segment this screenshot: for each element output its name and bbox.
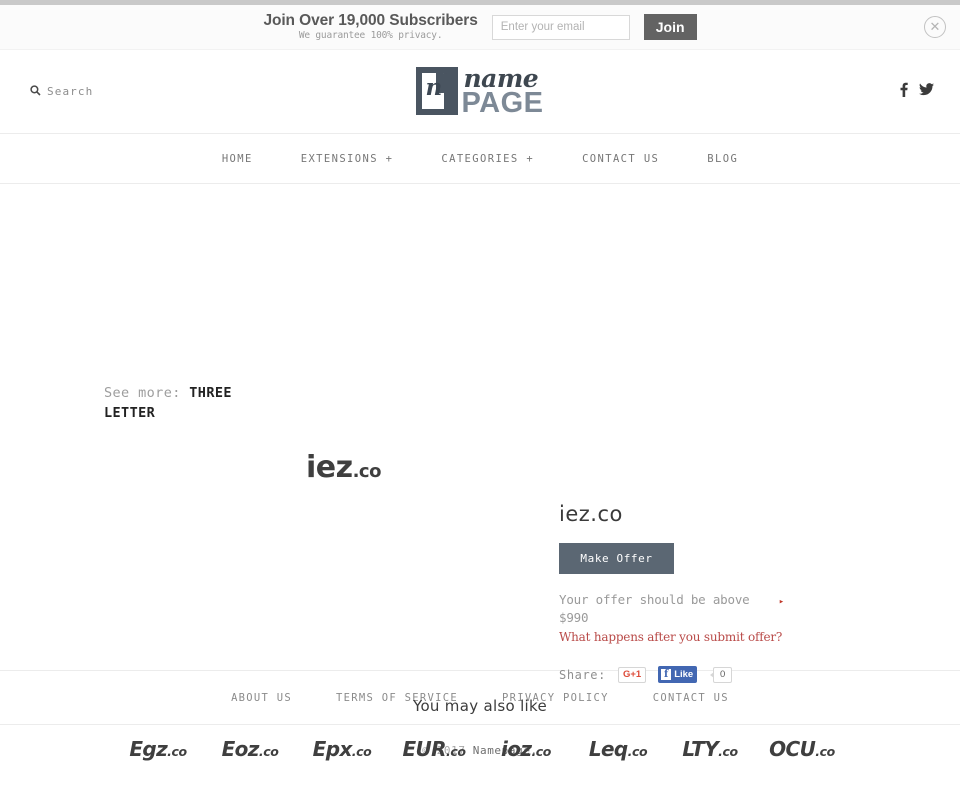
share-row: Share: G+1 f Like 0 xyxy=(559,666,879,683)
facebook-f-icon: f xyxy=(661,669,672,680)
google-plus-one-button[interactable]: G+1 xyxy=(617,666,647,683)
related-domain-tld: .co xyxy=(718,744,738,759)
logo-wordmark: name PAGE xyxy=(461,66,544,119)
related-domain-item[interactable]: Leq.co xyxy=(572,737,664,761)
nav-item-categories[interactable]: CATEGORIES + xyxy=(417,153,558,165)
related-domain-tld: .co xyxy=(815,744,835,759)
twitter-icon[interactable] xyxy=(919,82,934,101)
arrow-right-icon: ▸ xyxy=(778,597,784,607)
related-domain-name: ioz xyxy=(501,737,532,761)
related-domain-item[interactable]: Epx.co xyxy=(296,737,388,761)
related-domain-item[interactable]: ioz.co xyxy=(480,737,572,761)
related-domain-name: EUR xyxy=(402,737,446,761)
related-domain-name: Eoz xyxy=(221,737,260,761)
related-domains-list: Egz.co Eoz.co Epx.co EUR.co ioz.co Leq.c… xyxy=(0,737,960,761)
related-domain-tld: .co xyxy=(627,744,648,759)
related-domain-name: LTY xyxy=(682,737,719,761)
site-logo[interactable]: n name PAGE xyxy=(416,66,544,119)
nav-item-home[interactable]: HOME xyxy=(198,153,277,165)
related-domain-tld: .co xyxy=(258,744,279,759)
related-domain-item[interactable]: EUR.co xyxy=(388,737,480,761)
page-title: iez.co xyxy=(559,502,623,526)
related-domain-name: Epx xyxy=(312,737,353,761)
domain-logo-art: iez.co xyxy=(306,450,381,485)
nav-item-extensions[interactable]: EXTENSIONS + xyxy=(277,153,418,165)
see-more-category: See more: THREE LETTER xyxy=(104,383,254,423)
search-label: Search xyxy=(47,85,94,98)
logo-word-page: PAGE xyxy=(461,86,544,119)
domain-detail-panel: iez.co Make Offer Your offer should be a… xyxy=(559,502,879,683)
banner-text: Join Over 19,000 Subscribers We guarante… xyxy=(263,11,478,42)
close-icon[interactable]: ✕ xyxy=(924,16,946,38)
join-button[interactable]: Join xyxy=(643,14,697,40)
facebook-icon[interactable] xyxy=(900,82,908,102)
related-section-title: You may also like xyxy=(412,697,547,715)
related-domain-item[interactable]: Eoz.co xyxy=(204,737,296,761)
related-domain-item[interactable]: LTY.co xyxy=(664,737,756,761)
search-icon xyxy=(30,84,41,99)
search-button[interactable]: Search xyxy=(30,84,94,99)
logo-mark-letter: n xyxy=(425,74,443,102)
related-domain-name: Egz xyxy=(129,737,168,761)
subscribe-banner: Join Over 19,000 Subscribers We guarante… xyxy=(0,5,960,50)
make-offer-button[interactable]: Make Offer xyxy=(559,543,674,574)
related-domain-tld: .co xyxy=(445,744,466,759)
domain-logo-tld: .co xyxy=(352,461,382,482)
logo-mark-icon: n xyxy=(416,67,459,116)
share-label: Share: xyxy=(559,667,606,682)
offer-minimum-note: Your offer should be above $990 ▸ xyxy=(559,591,784,627)
offer-minimum-text: Your offer should be above $990 xyxy=(559,592,750,625)
facebook-like-button[interactable]: f Like xyxy=(658,666,698,683)
related-domain-item[interactable]: OCU.co xyxy=(756,737,848,761)
related-domain-tld: .co xyxy=(531,744,551,759)
social-links xyxy=(900,82,934,102)
domain-logo-name: iez xyxy=(306,450,353,485)
related-domain-name: OCU xyxy=(769,737,816,761)
main-content: See more: THREE LETTER iez.co iez.co Mak… xyxy=(0,184,960,761)
main-navigation: HOME EXTENSIONS + CATEGORIES + CONTACT U… xyxy=(0,134,960,184)
related-domain-tld: .co xyxy=(167,744,187,759)
see-more-label: See more: xyxy=(104,385,181,401)
site-header: Search n name PAGE xyxy=(0,50,960,134)
related-domain-item[interactable]: Egz.co xyxy=(112,737,204,761)
facebook-like-count: 0 xyxy=(710,666,733,683)
email-input[interactable] xyxy=(491,14,630,40)
nav-item-blog[interactable]: BLOG xyxy=(683,153,762,165)
related-domain-name: Leq xyxy=(588,737,628,761)
offer-info-link[interactable]: What happens after you submit offer? xyxy=(559,630,879,644)
banner-subtitle: We guarantee 100% privacy. xyxy=(298,30,443,42)
related-domain-tld: .co xyxy=(351,744,372,759)
banner-title: Join Over 19,000 Subscribers xyxy=(263,11,478,29)
nav-item-contact-us[interactable]: CONTACT US xyxy=(558,153,683,165)
facebook-like-label: Like xyxy=(674,669,694,680)
